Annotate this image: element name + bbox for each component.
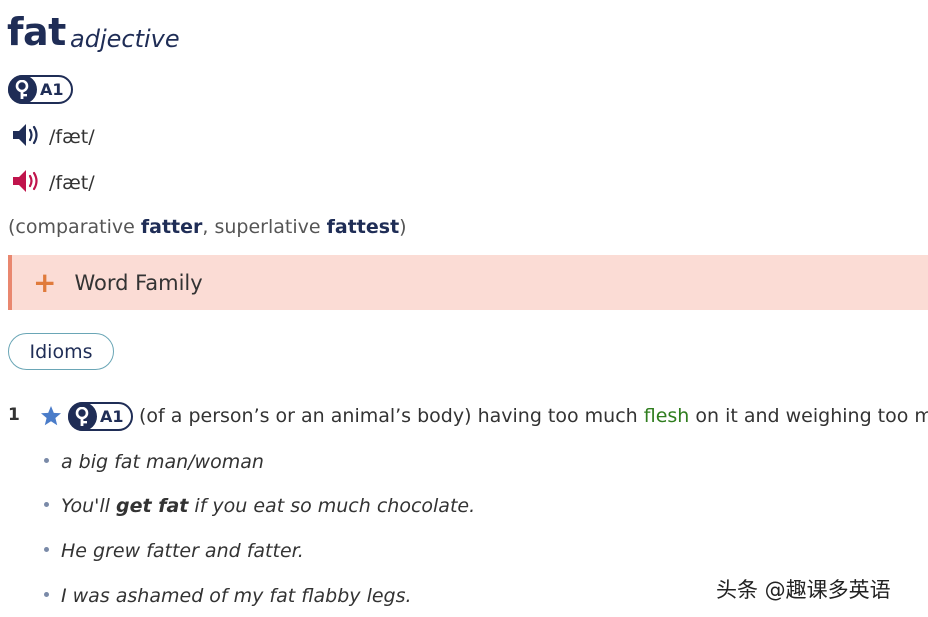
example-item: You'll get fat if you eat so much chocol…: [44, 493, 475, 519]
oxford-level-badge[interactable]: A1: [8, 75, 73, 104]
key-icon: [68, 402, 97, 431]
definition: (of a person’s or an animal’s body) havi…: [139, 402, 928, 430]
bullet-icon: [44, 502, 49, 507]
comparative-label: comparative: [15, 216, 135, 238]
bullet-icon: [44, 547, 49, 552]
pronunciation-us: /fæt/: [11, 168, 95, 198]
definition-link[interactable]: flesh: [644, 405, 690, 427]
superlative-form: fattest: [326, 216, 400, 238]
paren-close: ): [399, 216, 407, 238]
sense-number: 1: [8, 405, 20, 425]
key-icon: [8, 75, 37, 104]
star-icon: [39, 404, 63, 428]
ipa-us: /fæt/: [49, 172, 95, 194]
example-item: I was ashamed of my fat flabby legs.: [44, 583, 412, 609]
example-text: a big fat man/woman: [61, 451, 264, 473]
superlative-label: superlative: [214, 216, 321, 238]
pronunciation-uk: /fæt/: [11, 122, 95, 152]
ipa-uk: /fæt/: [49, 126, 95, 148]
example-item: He grew fatter and fatter.: [44, 538, 304, 564]
speaker-icon[interactable]: [11, 167, 43, 199]
example-text: I was ashamed of my fat flabby legs.: [61, 585, 412, 607]
bullet-icon: [44, 458, 49, 463]
idioms-button[interactable]: Idioms: [8, 333, 114, 370]
word-family-toggle[interactable]: + Word Family: [8, 255, 928, 310]
level-label: A1: [100, 407, 124, 426]
forms-separator: ,: [202, 216, 215, 238]
example-text: You'll: [61, 495, 117, 517]
example-item: a big fat man/woman: [44, 449, 264, 475]
inflected-forms: (comparative fatter, superlative fattest…: [8, 214, 407, 240]
part-of-speech: adjective: [70, 25, 180, 53]
bullet-icon: [44, 592, 49, 597]
example-collocation: get fat: [116, 495, 189, 517]
definition-text: (of a person’s or an animal’s body) havi…: [139, 405, 644, 427]
oxford-level-badge[interactable]: A1: [68, 402, 133, 431]
level-label: A1: [40, 80, 64, 99]
definition-text: on it and weighing too much: [695, 405, 928, 427]
speaker-icon[interactable]: [11, 121, 43, 153]
example-text: He grew fatter and fatter.: [61, 540, 304, 562]
word-family-label: Word Family: [74, 270, 203, 295]
plus-icon: +: [33, 265, 57, 299]
watermark: 头条 @趣课多英语: [716, 578, 891, 602]
comparative-form: fatter: [140, 216, 203, 238]
example-text: if you eat so much chocolate.: [188, 495, 476, 517]
headword: fat: [7, 10, 66, 54]
